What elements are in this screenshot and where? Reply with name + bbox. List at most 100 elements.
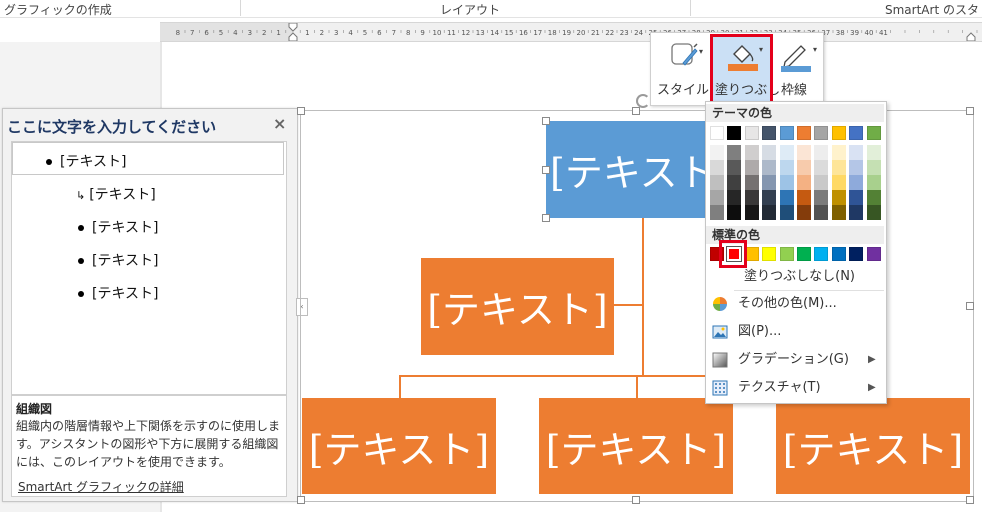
theme-color-swatch[interactable]: [744, 126, 759, 140]
theme-shade-swatch[interactable]: [866, 160, 881, 175]
theme-shade-swatch[interactable]: [762, 175, 777, 190]
theme-shade-swatch[interactable]: [710, 160, 724, 175]
theme-shade-swatch[interactable]: [849, 190, 864, 205]
horizontal-ruler[interactable]: 8 7 6 5 4 3 2 1 1 2 3 4 5 6 7 8 9 10 11 12 13 14 15 16 17 18 19 20 2…: [160, 22, 982, 42]
theme-shade-swatch[interactable]: [762, 160, 777, 175]
theme-shade-swatch[interactable]: [710, 190, 724, 205]
theme-shade-swatch[interactable]: [762, 190, 777, 205]
standard-color-swatch[interactable]: [831, 247, 846, 261]
org-node-child-1[interactable]: [テキスト]: [302, 398, 496, 494]
resize-handle[interactable]: [632, 496, 640, 504]
list-item[interactable]: [テキスト]: [78, 250, 159, 270]
theme-shade-swatch[interactable]: [866, 145, 881, 160]
theme-shade-swatch[interactable]: [831, 190, 846, 205]
standard-color-swatch[interactable]: [797, 247, 811, 261]
theme-shade-swatch[interactable]: [710, 145, 724, 160]
theme-shade-swatch[interactable]: [744, 175, 759, 190]
theme-shade-swatch[interactable]: [727, 160, 742, 175]
theme-shade-swatch[interactable]: [866, 175, 881, 190]
resize-handle[interactable]: [632, 107, 640, 115]
resize-handle[interactable]: [966, 302, 974, 310]
theme-color-swatch[interactable]: [727, 126, 742, 140]
theme-shade-swatch[interactable]: [797, 160, 811, 175]
more-colors-item[interactable]: その他の色(M)...: [706, 290, 884, 318]
resize-handle[interactable]: [297, 496, 305, 504]
resize-handle[interactable]: [966, 496, 974, 504]
theme-shade-swatch[interactable]: [797, 145, 811, 160]
theme-shade-swatch[interactable]: [831, 175, 846, 190]
theme-shade-swatch[interactable]: [814, 145, 829, 160]
theme-shade-swatch[interactable]: [797, 175, 811, 190]
resize-handle[interactable]: [542, 117, 550, 125]
theme-shade-swatch[interactable]: [727, 145, 742, 160]
org-node-assistant[interactable]: [テキスト]: [421, 258, 614, 355]
standard-color-swatch[interactable]: [849, 247, 864, 261]
indent-marker-icon[interactable]: [288, 23, 298, 41]
theme-color-swatch[interactable]: [814, 126, 829, 140]
theme-shade-swatch[interactable]: [831, 145, 846, 160]
resize-handle[interactable]: [542, 214, 550, 222]
smartart-help-link[interactable]: SmartArt グラフィックの詳細: [18, 478, 184, 495]
theme-shade-swatch[interactable]: [866, 205, 881, 220]
picture-fill-item[interactable]: 図(P)...: [706, 318, 884, 346]
theme-color-swatch[interactable]: [849, 126, 864, 140]
theme-shade-swatch[interactable]: [779, 205, 794, 220]
theme-shade-swatch[interactable]: [797, 190, 811, 205]
theme-shade-swatch[interactable]: [762, 145, 777, 160]
theme-shade-swatch[interactable]: [779, 175, 794, 190]
text-pane-bullet-list[interactable]: [テキスト] ↳ [テキスト] [テキスト] [テキスト] [テキスト]: [11, 141, 287, 395]
theme-color-swatch[interactable]: [710, 126, 724, 140]
theme-shade-swatch[interactable]: [710, 175, 724, 190]
standard-color-swatch[interactable]: [866, 247, 881, 261]
theme-shade-swatch[interactable]: [814, 160, 829, 175]
theme-shade-swatch[interactable]: [814, 205, 829, 220]
theme-shade-swatch[interactable]: [727, 205, 742, 220]
style-button[interactable]: ▾ スタイル: [655, 37, 711, 101]
theme-shade-swatch[interactable]: [849, 160, 864, 175]
resize-handle[interactable]: [297, 107, 305, 115]
theme-color-swatch[interactable]: [831, 126, 846, 140]
theme-shade-swatch[interactable]: [744, 160, 759, 175]
org-node-child-3[interactable]: [テキスト]: [776, 398, 970, 494]
gradient-fill-item[interactable]: グラデーション(G) ▶: [706, 346, 884, 374]
resize-handle[interactable]: [966, 107, 974, 115]
right-indent-marker-icon[interactable]: [966, 32, 976, 41]
texture-fill-item[interactable]: テクスチャ(T) ▶: [706, 374, 884, 402]
theme-shade-swatch[interactable]: [744, 190, 759, 205]
list-item[interactable]: [テキスト]: [46, 151, 127, 171]
list-item[interactable]: [テキスト]: [78, 217, 159, 237]
theme-shade-swatch[interactable]: [779, 145, 794, 160]
theme-color-swatch[interactable]: [866, 126, 881, 140]
theme-shade-swatch[interactable]: [744, 145, 759, 160]
theme-shade-swatch[interactable]: [849, 145, 864, 160]
theme-shade-swatch[interactable]: [762, 205, 777, 220]
resize-handle[interactable]: [542, 166, 550, 174]
theme-shade-swatch[interactable]: [797, 205, 811, 220]
theme-shade-swatch[interactable]: [779, 160, 794, 175]
standard-color-swatch[interactable]: [814, 247, 829, 261]
theme-shade-swatch[interactable]: [710, 205, 724, 220]
theme-shade-swatch[interactable]: [814, 175, 829, 190]
theme-shade-swatch[interactable]: [727, 190, 742, 205]
theme-color-swatch[interactable]: [797, 126, 811, 140]
rotate-handle-icon[interactable]: [636, 94, 650, 108]
theme-shade-swatch[interactable]: [849, 175, 864, 190]
outline-button[interactable]: ▾ 枠線: [775, 37, 819, 101]
theme-shade-swatch[interactable]: [727, 175, 742, 190]
standard-color-swatch[interactable]: [762, 247, 777, 261]
close-icon[interactable]: ×: [273, 114, 286, 133]
theme-shade-swatch[interactable]: [831, 205, 846, 220]
org-node-top[interactable]: [テキスト]: [546, 121, 706, 218]
theme-color-swatch[interactable]: [762, 126, 777, 140]
list-item[interactable]: [テキスト]: [78, 283, 159, 303]
theme-shade-swatch[interactable]: [779, 190, 794, 205]
theme-shade-swatch[interactable]: [849, 205, 864, 220]
theme-shade-swatch[interactable]: [814, 190, 829, 205]
theme-shade-swatch[interactable]: [866, 190, 881, 205]
org-node-child-2[interactable]: [テキスト]: [539, 398, 733, 494]
standard-color-swatch[interactable]: [779, 247, 794, 261]
theme-color-swatch[interactable]: [779, 126, 794, 140]
list-item[interactable]: ↳ [テキスト]: [76, 184, 156, 204]
theme-shade-swatch[interactable]: [831, 160, 846, 175]
theme-shade-swatch[interactable]: [744, 205, 759, 220]
